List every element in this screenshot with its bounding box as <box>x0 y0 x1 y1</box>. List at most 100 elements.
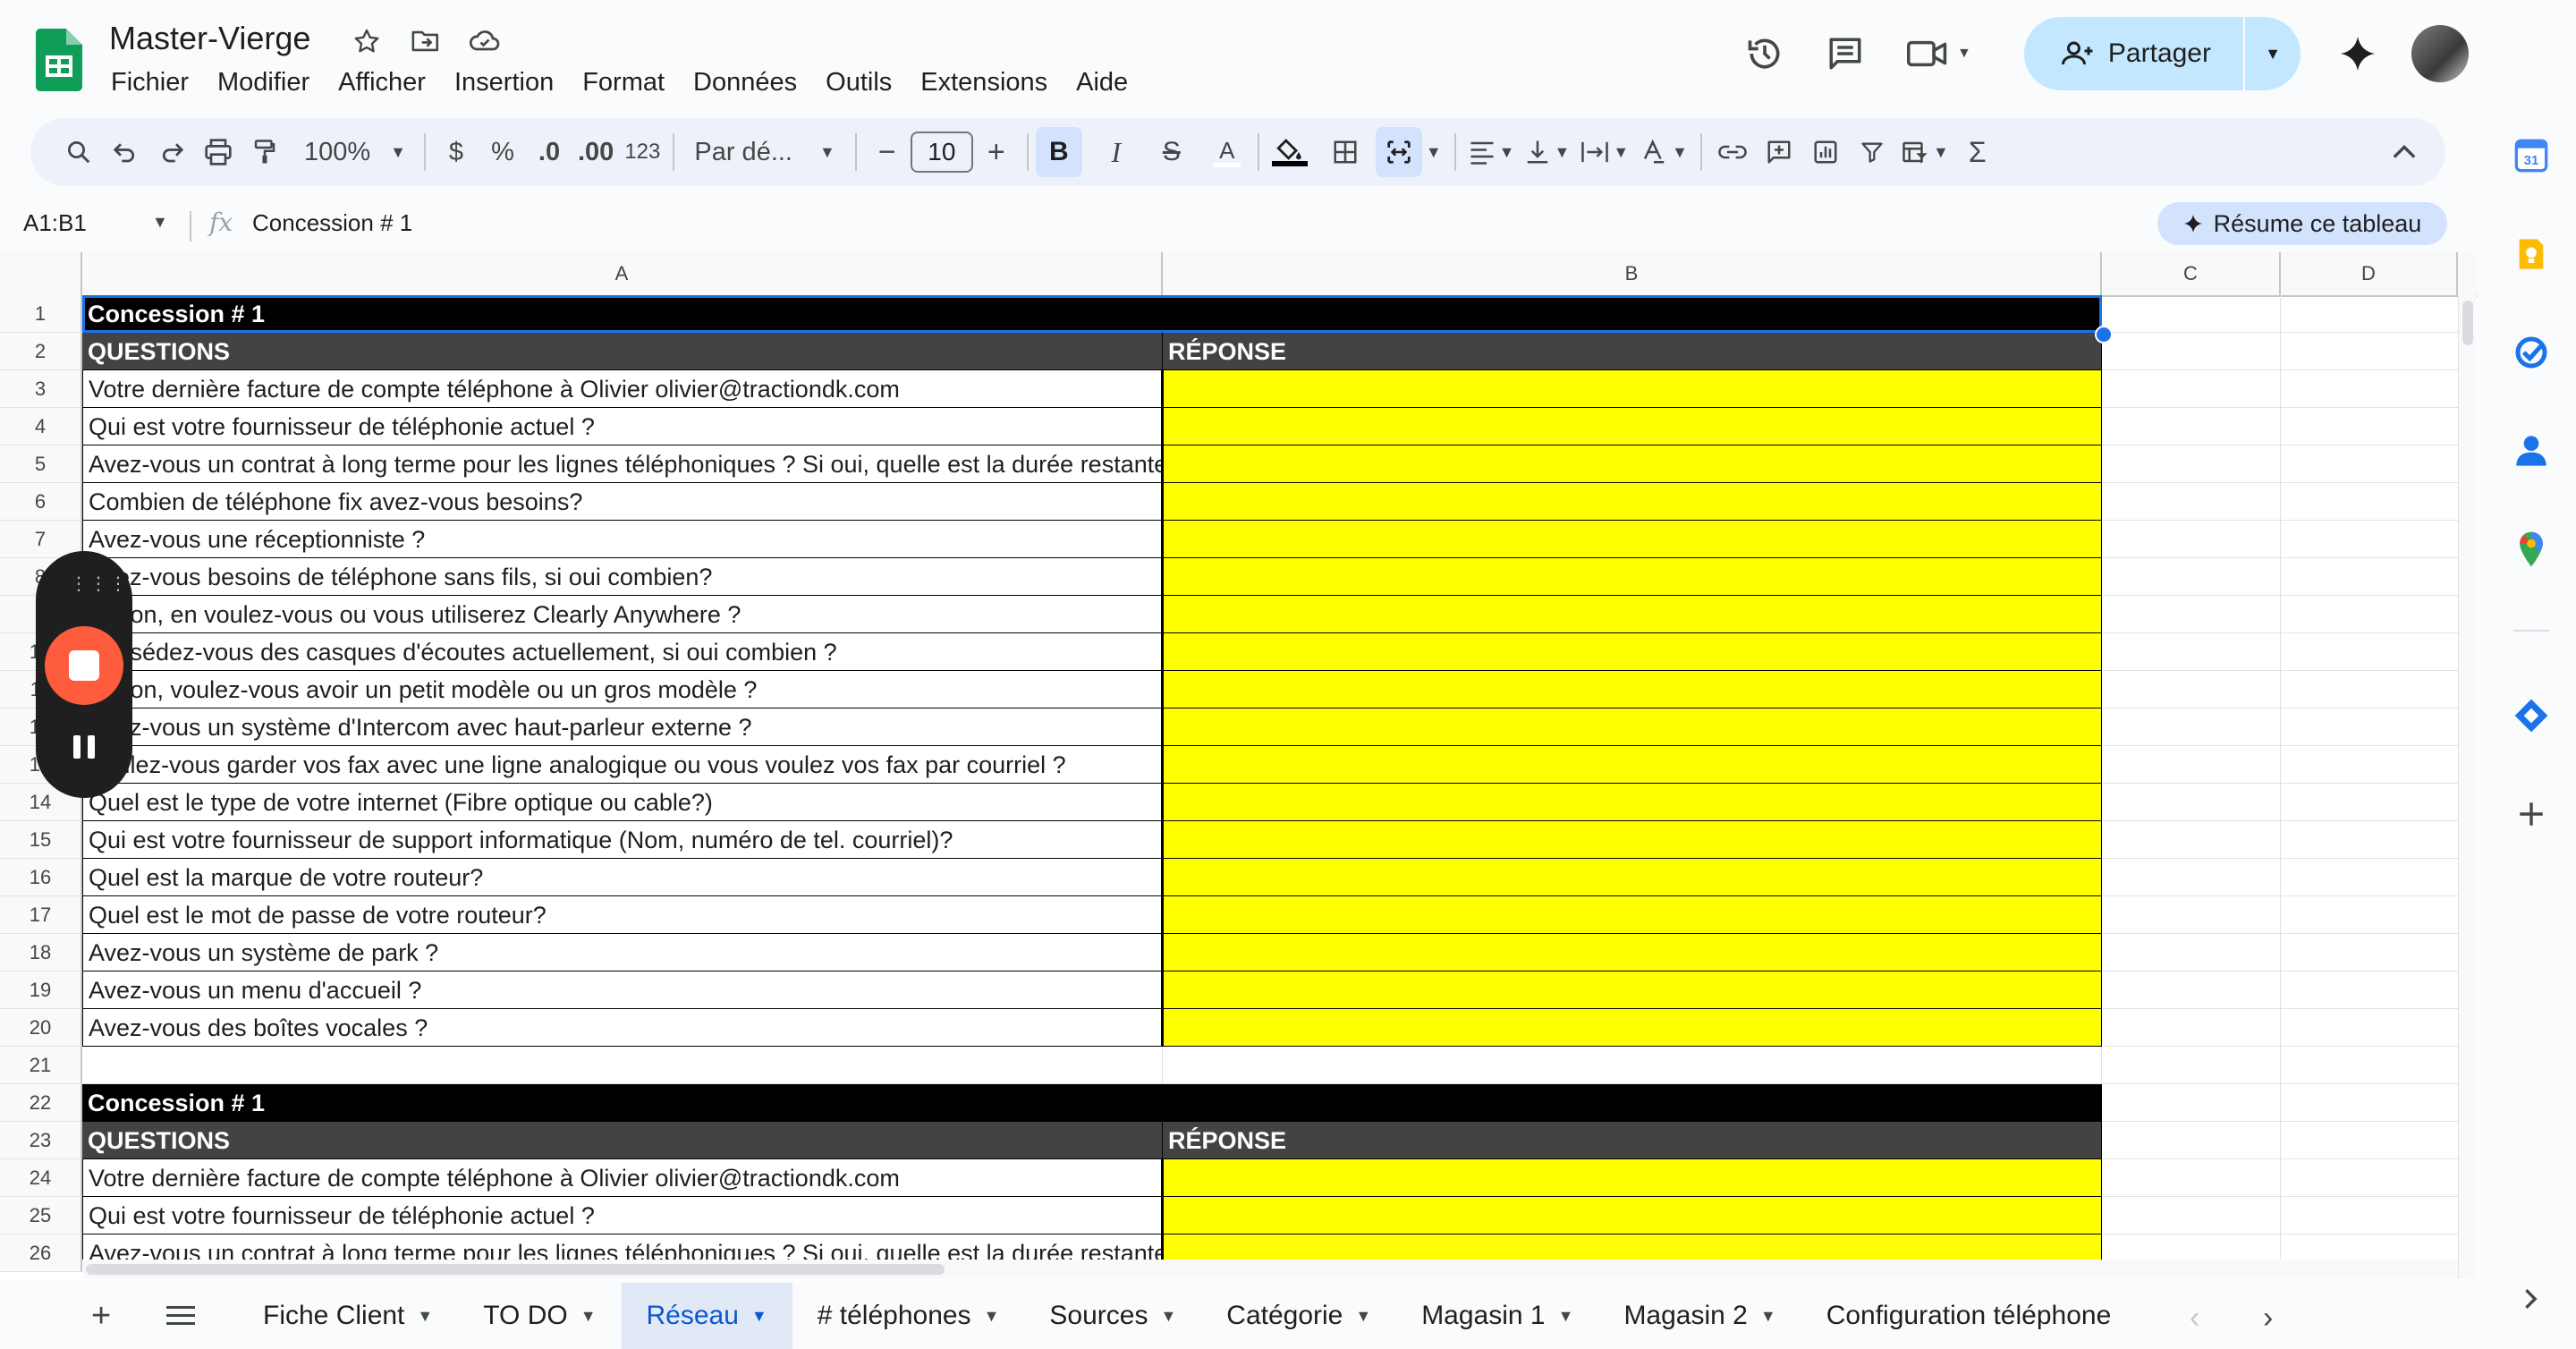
insert-chart-icon[interactable] <box>1802 127 1849 177</box>
answer-cell[interactable] <box>1163 408 2102 445</box>
chevron-down-icon[interactable]: ▼ <box>1355 1307 1371 1326</box>
share-dropdown-icon[interactable]: ▼ <box>2245 17 2301 90</box>
answer-cell[interactable] <box>1163 859 2102 896</box>
row-number[interactable]: 18 <box>0 934 82 971</box>
empty-cell[interactable] <box>2102 596 2281 633</box>
answer-cell[interactable] <box>1163 971 2102 1009</box>
empty-cell[interactable] <box>2102 671 2281 708</box>
row-number[interactable]: 1 <box>0 295 82 333</box>
question-cell[interactable]: Combien de téléphone fix avez-vous besoi… <box>82 483 1163 521</box>
answer-cell[interactable] <box>1163 708 2102 746</box>
answer-cell[interactable] <box>1163 896 2102 934</box>
increase-decimals-button[interactable]: .00 <box>572 127 619 177</box>
sheet-tab[interactable]: Sources ▼ <box>1024 1283 1201 1349</box>
borders-icon[interactable] <box>1322 127 1368 177</box>
question-cell[interactable]: Votre dernière facture de compte télépho… <box>82 370 1163 408</box>
answer-cell[interactable] <box>1163 1009 2102 1047</box>
row-number[interactable]: 5 <box>0 445 82 483</box>
empty-cell[interactable] <box>2281 633 2469 671</box>
empty-cell[interactable] <box>2102 370 2281 408</box>
chevron-down-icon[interactable]: ▼ <box>1426 143 1442 162</box>
chevron-down-icon[interactable]: ▼ <box>417 1307 433 1326</box>
undo-icon[interactable] <box>102 127 148 177</box>
add-sheet-icon[interactable]: + <box>91 1297 111 1336</box>
share-button[interactable]: Partager ▼ <box>2023 17 2301 90</box>
empty-cell[interactable] <box>2281 333 2469 370</box>
sheet-tab[interactable]: Magasin 2 ▼ <box>1598 1283 1801 1349</box>
answer-header-cell[interactable]: RÉPONSE <box>1163 333 2102 370</box>
scroll-tabs-right-icon[interactable]: › <box>2263 1301 2273 1336</box>
empty-cell[interactable] <box>2102 746 2281 784</box>
row-number[interactable]: 24 <box>0 1159 82 1197</box>
empty-cell[interactable] <box>2102 445 2281 483</box>
empty-cell[interactable] <box>2102 708 2281 746</box>
fill-handle[interactable] <box>2095 326 2113 344</box>
empty-cell[interactable] <box>2102 896 2281 934</box>
text-wrapping-icon[interactable]: ▼ <box>1575 127 1634 177</box>
redo-icon[interactable] <box>148 127 195 177</box>
answer-cell[interactable] <box>1163 295 2102 333</box>
answer-cell[interactable] <box>1163 558 2102 596</box>
extension-icon[interactable] <box>2510 694 2553 737</box>
menu-format[interactable]: Format <box>568 64 679 100</box>
empty-cell[interactable] <box>2281 1009 2469 1047</box>
row-number[interactable]: 20 <box>0 1009 82 1047</box>
question-cell[interactable]: Qui est votre fournisseur de téléphonie … <box>82 1197 1163 1234</box>
row-number[interactable]: 3 <box>0 370 82 408</box>
empty-cell[interactable] <box>2102 483 2281 521</box>
question-cell[interactable]: Quel est le type de votre internet (Fibr… <box>82 784 1163 821</box>
empty-cell[interactable] <box>2281 596 2469 633</box>
empty-cell[interactable] <box>2281 1084 2469 1122</box>
answer-header-cell[interactable]: RÉPONSE <box>1163 1122 2102 1159</box>
empty-cell[interactable] <box>2102 1047 2281 1084</box>
question-cell[interactable]: Votre dernière facture de compte télépho… <box>82 1159 1163 1197</box>
row-number[interactable]: 17 <box>0 896 82 934</box>
empty-cell[interactable] <box>2281 708 2469 746</box>
empty-cell[interactable] <box>2281 746 2469 784</box>
zoom-select[interactable]: 100% ▼ <box>299 127 411 177</box>
decrease-font-size-icon[interactable]: − <box>864 127 911 177</box>
document-title[interactable]: Master-Vierge <box>109 20 310 57</box>
sheets-logo-icon[interactable] <box>36 29 82 91</box>
column-header-b[interactable]: B <box>1163 252 2102 295</box>
drag-handle-icon[interactable]: ⋮⋮⋮ <box>70 573 129 595</box>
question-cell[interactable]: Possédez-vous des casques d'écoutes actu… <box>82 633 1163 671</box>
chevron-down-icon[interactable]: ▼ <box>751 1307 767 1326</box>
answer-cell[interactable] <box>1163 671 2102 708</box>
row-number[interactable]: 25 <box>0 1197 82 1234</box>
increase-font-size-icon[interactable]: + <box>973 127 1020 177</box>
question-cell[interactable]: Avez-vous un contrat à long terme pour l… <box>82 445 1163 483</box>
chevron-down-icon[interactable]: ▼ <box>1160 1307 1176 1326</box>
question-cell[interactable]: Avez-vous besoins de téléphone sans fils… <box>82 558 1163 596</box>
empty-cell[interactable] <box>2281 934 2469 971</box>
horizontal-scrollbar[interactable] <box>82 1260 2458 1279</box>
empty-cell[interactable] <box>2102 1197 2281 1234</box>
search-menus-icon[interactable] <box>55 127 102 177</box>
paint-format-icon[interactable] <box>242 127 288 177</box>
strikethrough-button[interactable]: S <box>1148 127 1195 177</box>
answer-cell[interactable] <box>1163 746 2102 784</box>
hide-menus-icon[interactable] <box>2381 127 2428 177</box>
text-color-button[interactable]: A <box>1204 127 1250 177</box>
chevron-down-icon[interactable]: ▼ <box>580 1307 597 1326</box>
italic-button[interactable]: I <box>1093 127 1140 177</box>
cloud-status-icon[interactable] <box>467 23 503 59</box>
question-cell[interactable]: Avez-vous un menu d'accueil ? <box>82 971 1163 1009</box>
empty-cell[interactable] <box>2102 1159 2281 1197</box>
chevron-down-icon[interactable]: ▼ <box>152 213 168 232</box>
chevron-down-icon[interactable]: ▼ <box>1558 1307 1574 1326</box>
insert-link-icon[interactable] <box>1709 127 1756 177</box>
decrease-decimals-button[interactable]: .0 <box>526 127 572 177</box>
question-cell[interactable]: Si non, en voulez-vous ou vous utilisere… <box>82 596 1163 633</box>
answer-cell[interactable] <box>1163 445 2102 483</box>
bold-button[interactable]: B <box>1035 127 1082 177</box>
empty-cell[interactable] <box>2102 521 2281 558</box>
empty-cell[interactable] <box>2102 333 2281 370</box>
menu-view[interactable]: Afficher <box>324 64 440 100</box>
answer-cell[interactable] <box>1163 1047 2102 1084</box>
empty-cell[interactable] <box>2281 445 2469 483</box>
column-header-a[interactable]: A <box>82 252 1163 295</box>
row-number[interactable]: 6 <box>0 483 82 521</box>
empty-cell[interactable] <box>2102 408 2281 445</box>
column-header-d[interactable]: D <box>2281 252 2458 295</box>
